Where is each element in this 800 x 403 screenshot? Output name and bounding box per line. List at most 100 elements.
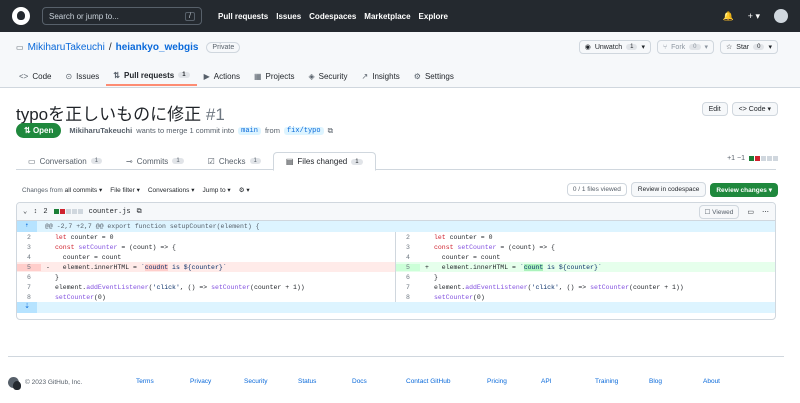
comment-icon[interactable]: ▭: [747, 208, 754, 216]
copy-icon[interactable]: ⧉: [137, 208, 142, 216]
code-text: element.addEventListener('click', () => …: [55, 283, 305, 291]
tab-files-changed[interactable]: ▤ Files changed 1: [272, 152, 376, 171]
review-in-codespace-button[interactable]: Review in codespace: [630, 182, 707, 197]
base-branch[interactable]: main: [238, 126, 261, 135]
tab-code[interactable]: <> Code: [12, 66, 58, 86]
tab-conversation[interactable]: ▭ Conversation 1: [16, 152, 114, 170]
diff-line[interactable]: 6 }: [396, 272, 775, 282]
code-dropdown-button[interactable]: <> Code ▾: [731, 102, 778, 116]
footer-link-blog[interactable]: Blog: [649, 378, 703, 385]
diff-line[interactable]: 6 }: [17, 272, 395, 282]
tab-commits[interactable]: ⊸ Commits 1: [114, 152, 196, 170]
star-button[interactable]: ☆ Star 0 ▾: [720, 40, 778, 54]
footer-link-terms[interactable]: Terms: [136, 378, 190, 385]
diff-line[interactable]: 3 const setCounter = (count) => {: [396, 242, 775, 252]
head-branch[interactable]: fix/typo: [283, 126, 324, 135]
changes-from-dropdown[interactable]: Changes from all commits ▾: [22, 186, 102, 194]
diff-right-side: 2 let counter = 03 const setCounter = (c…: [396, 232, 775, 302]
repo-owner-link[interactable]: MikiharuTakeuchi: [28, 42, 105, 53]
code-text: }: [55, 273, 59, 281]
footer-link-training[interactable]: Training: [595, 378, 649, 385]
tab-projects[interactable]: ▦ Projects: [247, 66, 301, 86]
line-number[interactable]: 4: [17, 254, 41, 261]
footer-link-docs[interactable]: Docs: [352, 378, 406, 385]
user-avatar[interactable]: [774, 9, 788, 23]
repo-name-link[interactable]: heiankyo_webgis: [116, 42, 199, 53]
nav-issues[interactable]: Issues: [276, 12, 301, 21]
review-changes-button[interactable]: Review changes ▾: [710, 182, 778, 197]
tab-actions[interactable]: ▶ Actions: [197, 66, 247, 86]
tab-issues[interactable]: ⊙ Issues: [58, 66, 106, 86]
tab-security[interactable]: ◈ Security: [301, 66, 354, 86]
diffstat-neutral-square: [761, 156, 766, 161]
code-label: Code: [748, 105, 766, 113]
diff-line[interactable]: 2 let counter = 0: [17, 232, 395, 242]
footer-link-privacy[interactable]: Privacy: [190, 378, 244, 385]
footer-link-about[interactable]: About: [703, 378, 757, 385]
diff-line[interactable]: 8 setCounter(0): [17, 292, 395, 302]
code-text: setCounter(0): [434, 293, 485, 301]
line-number[interactable]: 2: [396, 234, 420, 241]
kebab-menu-icon[interactable]: ⋯: [762, 208, 769, 216]
diff-line[interactable]: 2 let counter = 0: [396, 232, 775, 242]
diff-line[interactable]: 4 counter = count: [396, 252, 775, 262]
code-icon: <>: [738, 105, 749, 113]
nav-marketplace[interactable]: Marketplace: [364, 12, 410, 21]
unwatch-button[interactable]: ◉ Unwatch 1 ▾: [578, 40, 651, 54]
jump-to-dropdown[interactable]: Jump to ▾: [202, 186, 230, 194]
copy-icon[interactable]: ⧉: [328, 126, 333, 136]
line-number[interactable]: 7: [17, 284, 41, 291]
diff-line[interactable]: 3 const setCounter = (count) => {: [17, 242, 395, 252]
footer-link-contact-github[interactable]: Contact GitHub: [406, 378, 487, 385]
line-number[interactable]: 3: [17, 244, 41, 251]
file-filter-dropdown[interactable]: File filter ▾: [110, 186, 140, 194]
tab-pull-requests[interactable]: ⇅ Pull requests 1: [106, 66, 197, 86]
tab-insights[interactable]: ↗ Insights: [355, 66, 407, 86]
line-number[interactable]: 8: [17, 294, 41, 301]
tab-label: Security: [318, 71, 348, 81]
chevron-down-icon[interactable]: ⌄: [23, 207, 27, 216]
notifications-icon[interactable]: 🔔: [723, 11, 734, 22]
nav-codespaces[interactable]: Codespaces: [309, 12, 356, 21]
github-logo-icon: [8, 377, 21, 390]
line-number[interactable]: 6: [396, 274, 420, 281]
viewed-checkbox[interactable]: ☐ Viewed: [698, 204, 740, 219]
diff-line[interactable]: 5- element.innerHTML = `coudnt is ${coun…: [17, 262, 395, 272]
line-number[interactable]: 3: [396, 244, 420, 251]
line-number[interactable]: 5: [17, 263, 41, 271]
line-number[interactable]: 2: [17, 234, 41, 241]
file-name[interactable]: counter.js: [89, 208, 131, 216]
from-text: from: [264, 126, 280, 135]
diff-line[interactable]: 7 element.addEventListener('click', () =…: [17, 282, 395, 292]
footer-link-api[interactable]: API: [541, 378, 595, 385]
diff-line[interactable]: 4 counter = count: [17, 252, 395, 262]
github-logo-icon[interactable]: [12, 7, 30, 25]
line-number[interactable]: 5: [396, 263, 420, 271]
diff-settings-gear-icon[interactable]: ⚙ ▾: [239, 186, 250, 194]
expand-icon[interactable]: ↕: [33, 208, 37, 216]
line-number[interactable]: 6: [17, 274, 41, 281]
tab-label: Code: [32, 71, 52, 81]
tab-settings[interactable]: ⚙ Settings: [407, 66, 461, 86]
pr-title: typoを正しいものに修正 #1: [16, 100, 225, 125]
line-number[interactable]: 8: [396, 294, 420, 301]
diff-line[interactable]: 8 setCounter(0): [396, 292, 775, 302]
conversations-dropdown[interactable]: Conversations ▾: [148, 186, 195, 194]
expand-up-icon[interactable]: ⇡: [17, 221, 37, 232]
diff-line[interactable]: 7 element.addEventListener('click', () =…: [396, 282, 775, 292]
diff-line[interactable]: 5 + element.innerHTML = `count is ${count…: [396, 262, 775, 272]
edit-title-button[interactable]: Edit: [701, 102, 728, 116]
fork-button[interactable]: ⑂ Fork 0 ▾: [656, 40, 715, 54]
line-number[interactable]: 4: [396, 254, 420, 261]
footer-link-status[interactable]: Status: [298, 378, 352, 385]
search-input[interactable]: Search or jump to... /: [42, 7, 202, 25]
line-number[interactable]: 7: [396, 284, 420, 291]
tab-checks[interactable]: ☑ Checks 1: [196, 152, 273, 170]
footer-link-security[interactable]: Security: [244, 378, 298, 385]
nav-explore[interactable]: Explore: [419, 12, 448, 21]
create-new-menu[interactable]: + ▾: [748, 11, 760, 22]
expand-down-icon[interactable]: ⇣: [17, 302, 37, 313]
footer-link-pricing[interactable]: Pricing: [487, 378, 541, 385]
nav-pull-requests[interactable]: Pull requests: [218, 12, 268, 21]
pr-author[interactable]: MikiharuTakeuchi: [69, 126, 132, 135]
